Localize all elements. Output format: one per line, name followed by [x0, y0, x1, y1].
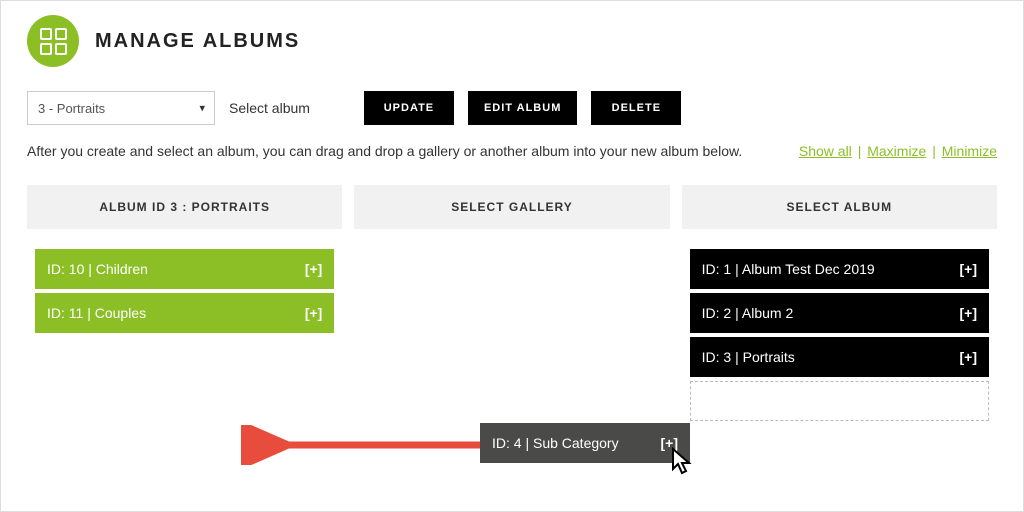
expand-icon[interactable]: [+] [959, 305, 977, 321]
expand-icon[interactable]: [+] [959, 261, 977, 277]
select-gallery-panel-header: SELECT GALLERY [354, 185, 669, 229]
dragging-album-item[interactable]: ID: 4 | Sub Category [+] [480, 423, 690, 463]
expand-icon[interactable]: [+] [959, 349, 977, 365]
select-album-panel-body: ID: 1 | Album Test Dec 2019 [+] ID: 2 | … [682, 249, 997, 377]
annotation-arrow-icon [241, 425, 491, 465]
select-album-panel-header: SELECT ALBUM [682, 185, 997, 229]
panels-container: ALBUM ID 3 : PORTRAITS ID: 10 | Children… [27, 185, 997, 425]
expand-icon[interactable]: [+] [305, 261, 323, 277]
hint-row: After you create and select an album, yo… [27, 143, 997, 159]
album-item-label: ID: 2 | Album 2 [702, 305, 794, 321]
page-header: MANAGE ALBUMS [27, 15, 997, 67]
link-separator: | [858, 143, 862, 159]
app-logo-icon [27, 15, 79, 67]
album-select-wrap: 3 - Portraits ▾ [27, 91, 215, 125]
album-item-label: ID: 10 | Children [47, 261, 148, 277]
select-album-panel: SELECT ALBUM ID: 1 | Album Test Dec 2019… [682, 185, 997, 425]
select-gallery-panel: SELECT GALLERY [354, 185, 669, 425]
album-item-label: ID: 4 | Sub Category [492, 435, 619, 451]
show-all-link[interactable]: Show all [799, 143, 852, 159]
update-button[interactable]: UPDATE [364, 91, 454, 125]
delete-button[interactable]: DELETE [591, 91, 681, 125]
page-title: MANAGE ALBUMS [95, 30, 300, 53]
current-album-panel-body: ID: 10 | Children [+] ID: 11 | Couples [… [27, 249, 342, 333]
expand-icon[interactable]: [+] [661, 435, 679, 451]
toolbar: 3 - Portraits ▾ Select album UPDATE EDIT… [27, 91, 997, 125]
album-item[interactable]: ID: 3 | Portraits [+] [690, 337, 989, 377]
album-item-label: ID: 3 | Portraits [702, 349, 795, 365]
album-item[interactable]: ID: 11 | Couples [+] [35, 293, 334, 333]
album-item-label: ID: 11 | Couples [47, 305, 146, 321]
album-item[interactable]: ID: 1 | Album Test Dec 2019 [+] [690, 249, 989, 289]
minimize-link[interactable]: Minimize [942, 143, 997, 159]
link-separator: | [932, 143, 936, 159]
current-album-panel-header: ALBUM ID 3 : PORTRAITS [27, 185, 342, 229]
manage-albums-page: MANAGE ALBUMS 3 - Portraits ▾ Select alb… [0, 0, 1024, 512]
hint-text: After you create and select an album, yo… [27, 143, 742, 159]
album-select[interactable]: 3 - Portraits [27, 91, 215, 125]
maximize-link[interactable]: Maximize [867, 143, 926, 159]
album-select-label: Select album [229, 100, 310, 116]
album-item[interactable]: ID: 10 | Children [+] [35, 249, 334, 289]
album-item-label: ID: 1 | Album Test Dec 2019 [702, 261, 875, 277]
current-album-panel: ALBUM ID 3 : PORTRAITS ID: 10 | Children… [27, 185, 342, 425]
album-item[interactable]: ID: 2 | Album 2 [+] [690, 293, 989, 333]
view-links: Show all | Maximize | Minimize [799, 143, 997, 159]
drop-placeholder [690, 381, 989, 421]
expand-icon[interactable]: [+] [305, 305, 323, 321]
edit-album-button[interactable]: EDIT ALBUM [468, 91, 577, 125]
